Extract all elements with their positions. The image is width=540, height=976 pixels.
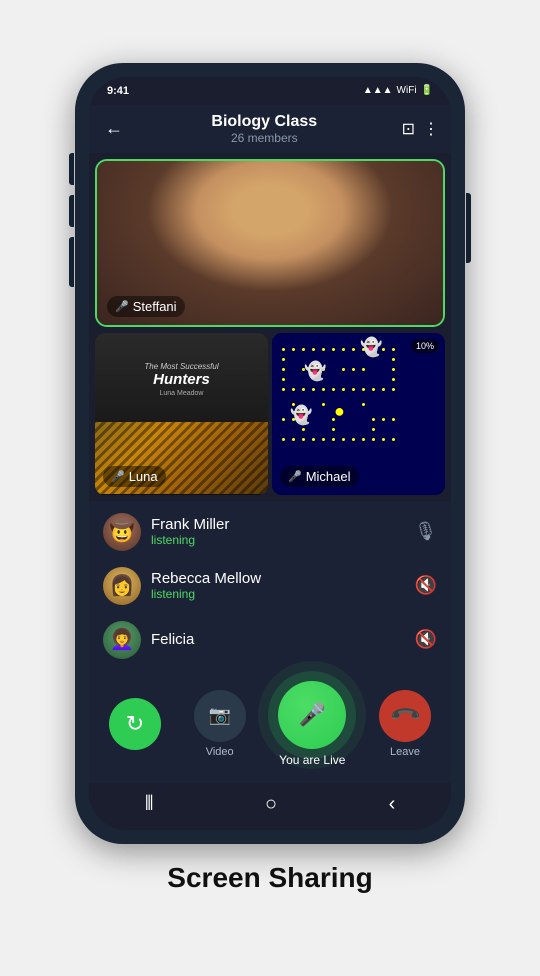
leave-control: 📞 Leave [379,690,431,758]
right-tile-username: Michael [306,469,351,484]
participant-rebecca-mic-muted: 🔇 [415,575,437,596]
right-tile-mic-icon: 🎤 [288,470,302,483]
more-options-icon[interactable]: ⋮ [423,119,439,139]
nav-back-icon[interactable]: ‹ [389,793,396,816]
nav-menu-icon[interactable]: ⦀ [145,793,154,816]
video-button[interactable]: 📷 [194,690,246,742]
right-video-tile: 👻 👻 👻 ● 10% 🎤 Michael [272,333,445,495]
participant-frank-status: listening [151,533,404,547]
signal-icon: ▲▲▲ [363,85,393,96]
left-tile-name-badge: 🎤 Luna [103,466,166,487]
page-wrapper: 9:41 ▲▲▲ WiFi 🔋 ← Biology Class 26 membe… [0,63,540,914]
volume-badge: 10% [411,339,439,353]
member-count: 26 members [135,131,394,145]
back-button[interactable]: ← [101,114,127,143]
pacman-character: ● [334,401,345,422]
avatar-felicia: 👩‍🦱 [103,621,141,659]
participant-rebecca-name: Rebecca Mellow [151,570,405,587]
right-tile-name-badge: 🎤 Michael [280,466,359,487]
chat-header: ← Biology Class 26 members ⊡ ⋮ [89,105,451,153]
status-time: 9:41 [107,85,129,97]
participant-felicia-info: Felicia [151,631,405,648]
participant-felicia-mic-muted: 🔇 [415,629,437,650]
main-video-tile: 🎤 Steffani [95,159,445,327]
header-actions: ⊡ ⋮ [402,119,439,139]
participant-felicia: 👩‍🦱 Felicia 🔇 [89,613,451,667]
wifi-icon: WiFi [397,85,417,96]
participants-list: 🤠 Frank Miller listening 🎙 👩 Rebecca Mel… [89,501,451,671]
book-title: Hunters [153,371,210,388]
left-tile-mic-icon: 🎤 [111,470,125,483]
screen-share-icon[interactable]: ⊡ [402,119,415,139]
side-button-vol-down [69,195,74,227]
refresh-control: ↻ [109,698,161,750]
leave-button[interactable]: 📞 [379,690,431,742]
chat-title: Biology Class [135,113,394,131]
book-cover: The Most Successful Hunters Luna Meadow [95,333,268,422]
participant-frank-mic: 🎙 [414,521,437,542]
header-title-block: Biology Class 26 members [135,113,394,145]
status-icons: ▲▲▲ WiFi 🔋 [363,85,433,96]
live-label: You are Live [279,753,345,767]
call-controls: ↻ 📷 Video 🎤 You are Live [89,671,451,783]
main-video-mic-icon: 🎤 [115,300,129,313]
video-icon: 📷 [208,705,230,726]
video-label: Video [206,746,234,758]
left-tile-username: Luna [129,469,158,484]
participant-frank-name: Frank Miller [151,516,404,533]
left-video-tile: The Most Successful Hunters Luna Meadow … [95,333,268,495]
status-bar: 9:41 ▲▲▲ WiFi 🔋 [89,77,451,105]
avatar-rebecca: 👩 [103,567,141,605]
video-control: 📷 Video [194,690,246,758]
participant-rebecca-status: listening [151,587,405,601]
leave-icon: 📞 [387,698,422,733]
refresh-icon: ↻ [126,711,144,737]
phone-screen: 9:41 ▲▲▲ WiFi 🔋 ← Biology Class 26 membe… [89,77,451,830]
mic-button[interactable]: 🎤 [278,681,346,749]
ghost-blue: 👻 [304,361,326,382]
participant-rebecca-info: Rebecca Mellow listening [151,570,405,601]
battery-icon: 🔋 [421,85,433,96]
book-author: Luna Meadow [160,390,204,397]
nav-home-icon[interactable]: ○ [265,793,277,816]
mic-control: 🎤 You are Live [278,681,346,767]
main-video-username: Steffani [133,299,177,314]
ghost-red: 👻 [290,405,312,426]
video-tile-row: The Most Successful Hunters Luna Meadow … [95,333,445,495]
participant-frank-info: Frank Miller listening [151,516,404,547]
leave-label: Leave [390,746,420,758]
navigation-bar: ⦀ ○ ‹ [89,783,451,830]
phone-frame: 9:41 ▲▲▲ WiFi 🔋 ← Biology Class 26 membe… [75,63,465,844]
refresh-button[interactable]: ↻ [109,698,161,750]
ghost-green: 👻 [360,337,382,358]
mic-icon: 🎤 [299,702,326,728]
side-button-vol-up [69,153,74,185]
avatar-frank: 🤠 [103,513,141,551]
side-button-power [466,193,471,263]
book-subtitle: The Most Successful [144,362,218,371]
participant-frank: 🤠 Frank Miller listening 🎙 [89,505,451,559]
page-title: Screen Sharing [167,862,372,894]
main-video-name-badge: 🎤 Steffani [107,296,185,317]
participant-felicia-name: Felicia [151,631,405,648]
participant-rebecca: 👩 Rebecca Mellow listening 🔇 [89,559,451,613]
side-button-left3 [69,237,74,287]
